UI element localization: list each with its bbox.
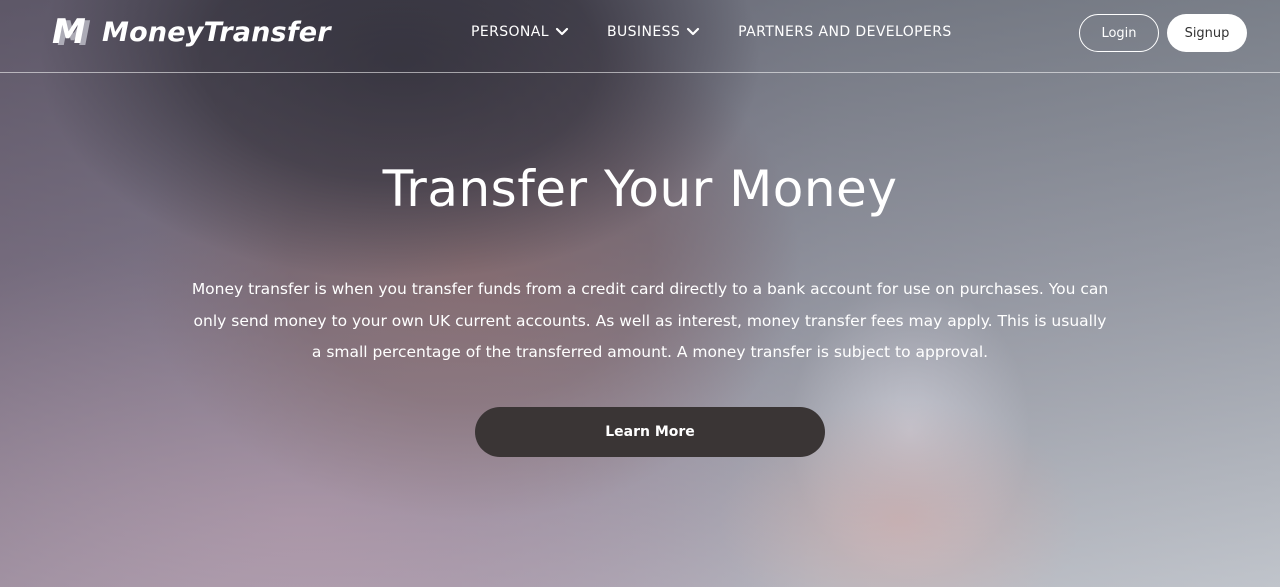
chevron-down-icon bbox=[687, 27, 700, 36]
top-navbar: M M MoneyTransfer PERSONAL BUSINESS PART… bbox=[0, 0, 1280, 73]
nav-item-personal[interactable]: PERSONAL bbox=[471, 24, 569, 40]
nav-item-label: PARTNERS AND DEVELOPERS bbox=[738, 24, 952, 40]
main-nav: PERSONAL BUSINESS PARTNERS AND DEVELOPER… bbox=[471, 24, 952, 40]
nav-item-business[interactable]: BUSINESS bbox=[607, 24, 700, 40]
auth-buttons: Login Signup bbox=[1079, 14, 1247, 52]
brand-name: MoneyTransfer bbox=[102, 16, 331, 48]
learn-more-button[interactable]: Learn More bbox=[475, 407, 825, 457]
nav-item-partners-developers[interactable]: PARTNERS AND DEVELOPERS bbox=[738, 24, 952, 40]
brand-logo[interactable]: M M MoneyTransfer bbox=[52, 12, 331, 54]
signup-button[interactable]: Signup bbox=[1167, 14, 1247, 52]
nav-item-label: BUSINESS bbox=[606, 24, 681, 40]
hero-section: M M MoneyTransfer PERSONAL BUSINESS PART… bbox=[0, 0, 1280, 587]
hero-description: Money transfer is when you transfer fund… bbox=[191, 280, 1109, 361]
nav-item-label: PERSONAL bbox=[471, 24, 549, 40]
chevron-down-icon bbox=[555, 27, 569, 36]
hero-title: Transfer Your Money bbox=[382, 160, 898, 218]
login-button[interactable]: Login bbox=[1079, 14, 1159, 52]
logo-m-icon: M M bbox=[52, 12, 91, 54]
